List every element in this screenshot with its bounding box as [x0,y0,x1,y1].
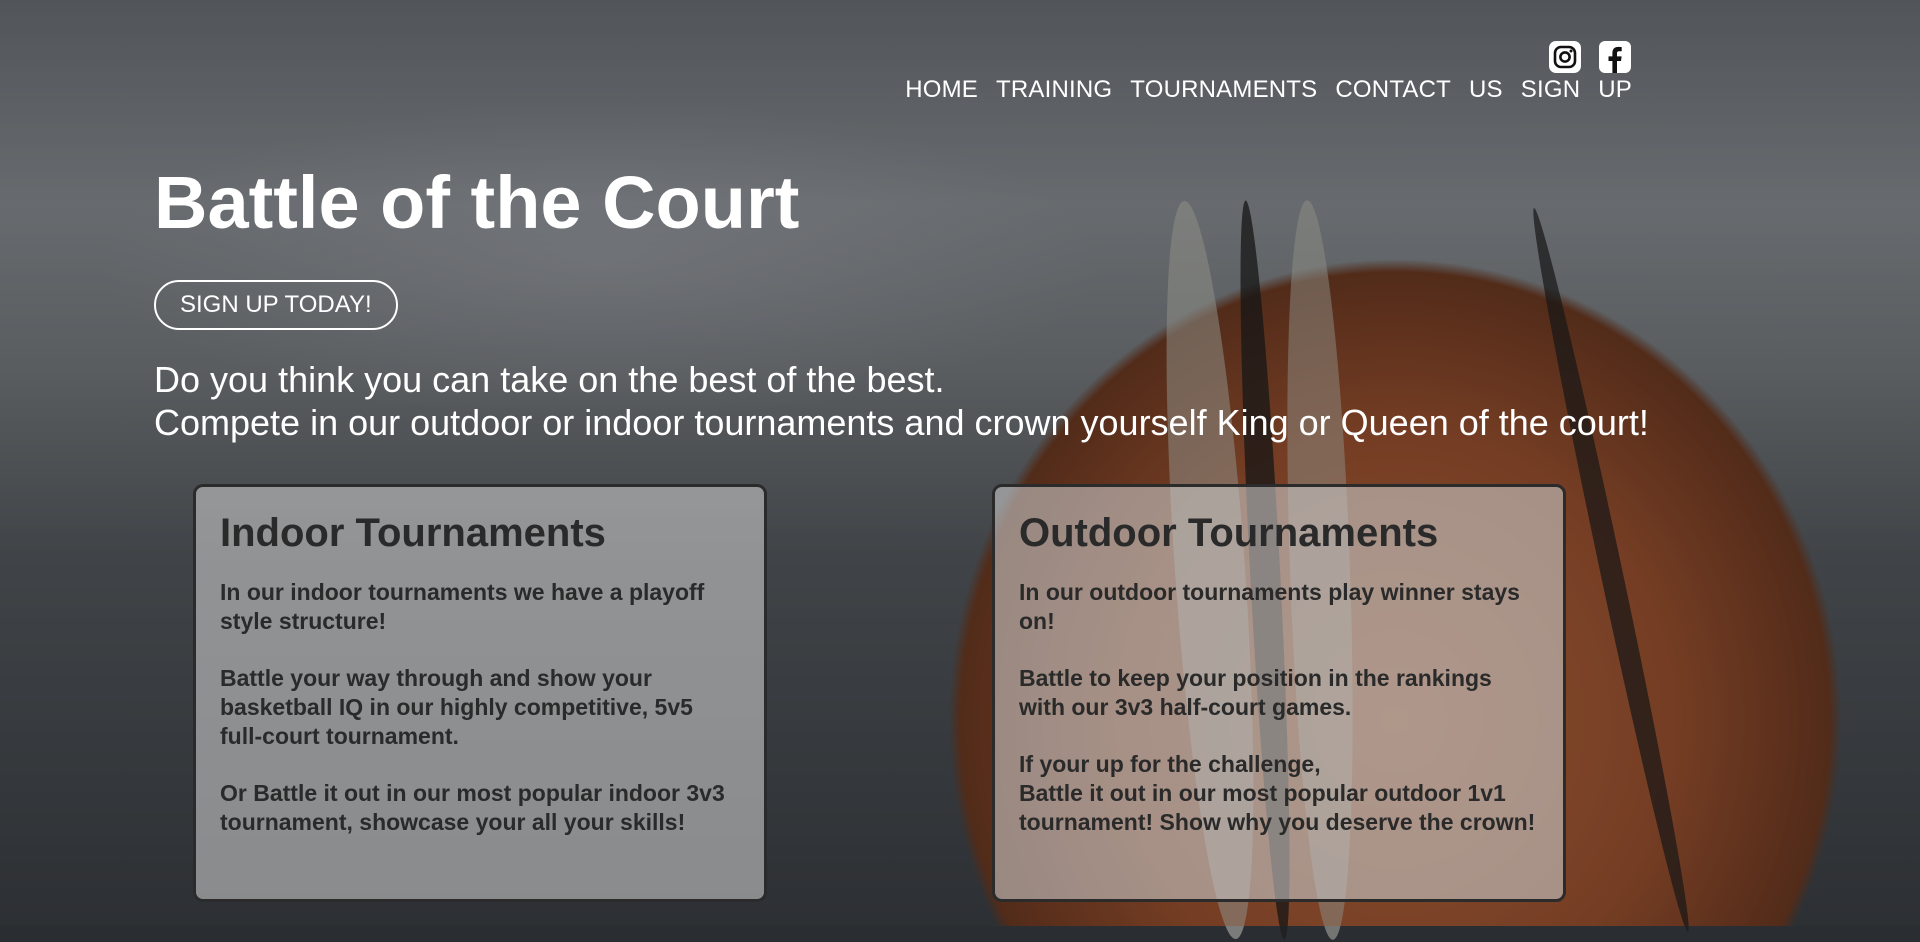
nav-tournaments[interactable]: TOURNAMENTS [1130,76,1317,104]
indoor-card-title: Indoor Tournaments [220,511,606,555]
outdoor-card-paragraph: Battle to keep your position in the rank… [1019,665,1492,720]
social-links [1548,40,1632,74]
nav-training[interactable]: TRAINING [996,76,1112,104]
outdoor-card-paragraph: Battle it out in our most popular outdoo… [1019,780,1536,835]
outdoor-card-title: Outdoor Tournaments [1019,511,1439,555]
nav-up[interactable]: UP [1598,76,1632,104]
outdoor-tournaments-card: Outdoor Tournaments In our outdoor tourn… [992,484,1566,902]
nav-us[interactable]: US [1469,76,1503,104]
outdoor-card-paragraph: In our outdoor tournaments play winner s… [1019,579,1520,634]
indoor-tournaments-card: Indoor Tournaments In our indoor tournam… [193,484,767,902]
nav-contact[interactable]: CONTACT [1335,76,1451,104]
intro-line-1: Do you think you can take on the best of… [154,359,945,400]
nav-home[interactable]: HOME [905,76,978,104]
intro-line-2: Compete in our outdoor or indoor tournam… [154,402,1649,443]
indoor-card-paragraph: Or Battle it out in our most popular ind… [220,780,725,835]
outdoor-card-paragraph: If your up for the challenge, [1019,751,1321,777]
instagram-icon[interactable] [1548,40,1582,74]
sign-up-button[interactable]: SIGN UP TODAY! [154,280,398,330]
main-navigation: HOME TRAINING TOURNAMENTS CONTACT US SIG… [905,76,1632,104]
nav-sign[interactable]: SIGN [1521,76,1580,104]
facebook-icon[interactable] [1598,40,1632,74]
intro-text: Do you think you can take on the best of… [154,358,1649,444]
page-title: Battle of the Court [154,161,800,244]
indoor-card-paragraph: Battle your way through and show your ba… [220,665,693,749]
indoor-card-paragraph: In our indoor tournaments we have a play… [220,579,705,634]
